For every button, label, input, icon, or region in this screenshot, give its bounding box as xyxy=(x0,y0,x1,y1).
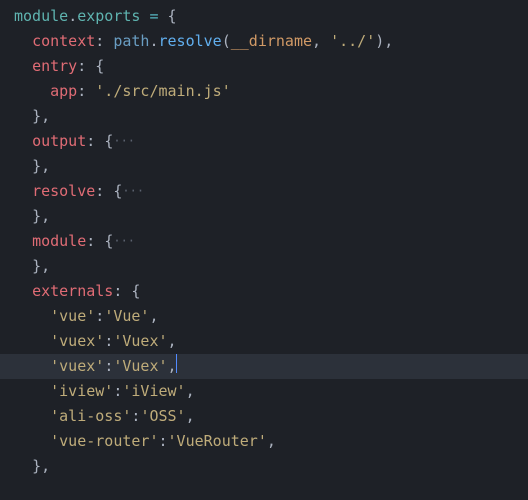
code-line: }, xyxy=(0,254,528,279)
token-property: output xyxy=(32,129,86,154)
token-string: 'Vuex' xyxy=(113,329,167,354)
code-line: 'vue':'Vue', xyxy=(0,304,528,329)
code-line: context: path.resolve(__dirname, '../'), xyxy=(0,29,528,54)
code-line: module: {··· xyxy=(0,229,528,254)
token-string: 'ali-oss' xyxy=(50,404,131,429)
code-line: 'iview':'iView', xyxy=(0,379,528,404)
token-string: 'Vuex' xyxy=(113,354,167,379)
code-line: 'vue-router':'VueRouter', xyxy=(0,429,528,454)
token-variable: module xyxy=(14,4,68,29)
token-string: 'VueRouter' xyxy=(168,429,267,454)
token-string: 'vue-router' xyxy=(50,429,158,454)
token-property: externals xyxy=(32,279,113,304)
code-line: entry: { xyxy=(0,54,528,79)
fold-indicator-icon[interactable]: ··· xyxy=(122,179,144,204)
token-property: app xyxy=(50,79,77,104)
token-property: context xyxy=(32,29,95,54)
token-string: 'OSS' xyxy=(140,404,185,429)
token-string: 'vuex' xyxy=(50,354,104,379)
token-variable: path xyxy=(113,29,149,54)
code-line: }, xyxy=(0,454,528,479)
code-line: app: './src/main.js' xyxy=(0,79,528,104)
token-property: entry xyxy=(32,54,77,79)
token-method: resolve xyxy=(159,29,222,54)
token-variable: exports xyxy=(77,4,140,29)
fold-indicator-icon[interactable]: ··· xyxy=(113,229,135,254)
token-property: module xyxy=(32,229,86,254)
code-line-active: 'vuex':'Vuex', xyxy=(0,354,528,379)
text-cursor xyxy=(176,354,178,373)
code-line: }, xyxy=(0,154,528,179)
code-line: 'vuex':'Vuex', xyxy=(0,329,528,354)
code-line: resolve: {··· xyxy=(0,179,528,204)
token-string: 'vue' xyxy=(50,304,95,329)
code-line: 'ali-oss':'OSS', xyxy=(0,404,528,429)
token-string: '../' xyxy=(330,29,375,54)
token-string: './src/main.js' xyxy=(95,79,230,104)
fold-indicator-icon[interactable]: ··· xyxy=(113,129,135,154)
token-string: 'Vue' xyxy=(104,304,149,329)
code-editor[interactable]: module.exports = { context: path.resolve… xyxy=(0,4,528,479)
token-param: __dirname xyxy=(231,29,312,54)
code-line: module.exports = { xyxy=(0,4,528,29)
code-line: }, xyxy=(0,104,528,129)
token-property: resolve xyxy=(32,179,95,204)
token-string: 'iView' xyxy=(122,379,185,404)
token-string: 'vuex' xyxy=(50,329,104,354)
code-line: }, xyxy=(0,204,528,229)
token-string: 'iview' xyxy=(50,379,113,404)
code-line: externals: { xyxy=(0,279,528,304)
code-line: output: {··· xyxy=(0,129,528,154)
